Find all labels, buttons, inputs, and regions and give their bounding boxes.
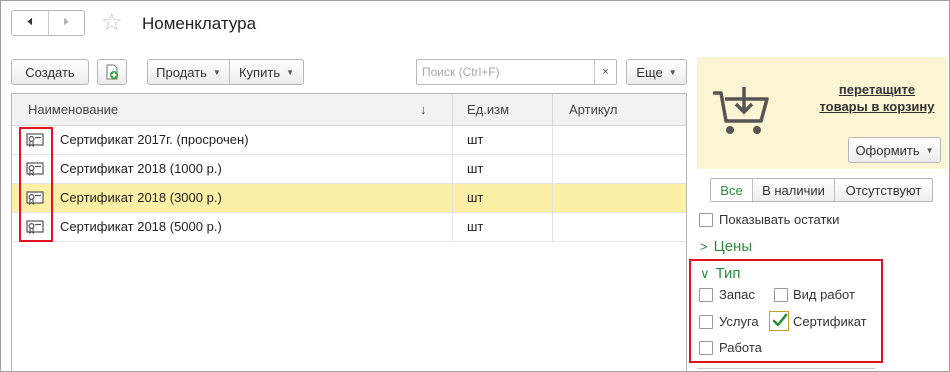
filter-in-stock-tab[interactable]: В наличии (753, 179, 835, 201)
row-article (552, 184, 686, 212)
sort-arrow-icon: ↓ (420, 102, 427, 117)
row-unit: шт (452, 184, 552, 212)
show-remainders-checkbox[interactable] (699, 213, 713, 227)
row-name: Сертификат 2018 (1000 р.) (60, 161, 222, 176)
prices-section[interactable]: > Цены (700, 238, 752, 256)
type-highlight-frame (689, 259, 883, 363)
sell-label: Продать (156, 64, 207, 80)
checkout-label: Оформить (855, 142, 920, 158)
show-remainders-label: Показывать остатки (719, 212, 840, 227)
forward-button[interactable]: 🢒 (49, 11, 85, 35)
copy-button[interactable] (97, 59, 127, 85)
row-article (552, 126, 686, 154)
column-header-name[interactable]: Наименование (28, 94, 118, 125)
clear-search-button[interactable]: × (594, 60, 616, 84)
filter-absent-tab[interactable]: Отсутствуют (835, 179, 932, 201)
more-label: Еще (636, 64, 663, 80)
table-row[interactable]: Сертификат 2018 (1000 р.) шт (12, 155, 686, 184)
column-header-unit[interactable]: Ед.изм (452, 94, 552, 125)
drag-to-cart-link[interactable]: перетащите товары в корзину (815, 81, 939, 115)
back-button[interactable]: 🢐 (12, 11, 49, 35)
filter-all-tab[interactable]: Все (711, 179, 753, 201)
prices-section-label: Цены (713, 238, 753, 255)
create-button[interactable]: Создать (11, 59, 89, 85)
more-button[interactable]: Еще ▼ (626, 59, 687, 85)
page-title: Номенклатура (142, 14, 257, 33)
sell-button[interactable]: Продать ▼ (148, 60, 230, 84)
row-article (552, 155, 686, 183)
table-header: Наименование ↓ Ед.изм Артикул (12, 94, 686, 126)
cart-icon (713, 87, 769, 134)
row-name: Сертификат 2017г. (просрочен) (60, 132, 249, 147)
icon-highlight-frame (19, 127, 53, 242)
caret-down-icon: ▼ (668, 67, 677, 77)
copy-document-icon (106, 64, 118, 80)
caret-down-icon: ▼ (212, 67, 221, 77)
search-box: × (416, 59, 617, 85)
availability-filter: Все В наличии Отсутствуют (710, 178, 933, 202)
arrow-left-icon: 🢐 (27, 13, 33, 29)
chevron-right-icon: > (700, 239, 708, 254)
table-row[interactable]: Сертификат 2017г. (просрочен) шт (12, 126, 686, 155)
row-name: Сертификат 2018 (3000 р.) (60, 190, 222, 205)
search-input[interactable] (417, 60, 595, 84)
drag-link-line2: товары в корзину (819, 99, 935, 114)
buy-button[interactable]: Купить ▼ (230, 60, 303, 84)
nomenclature-table: Наименование ↓ Ед.изм Артикул Сертификат… (11, 93, 687, 371)
table-row-selected[interactable]: Сертификат 2018 (3000 р.) шт (12, 184, 686, 213)
navigation-buttons: 🢐 🢒 (11, 10, 85, 36)
row-unit: шт (452, 213, 552, 241)
column-header-article[interactable]: Артикул (552, 94, 686, 125)
checkout-button[interactable]: Оформить ▼ (848, 137, 941, 163)
divider (697, 368, 875, 369)
table-row[interactable]: Сертификат 2018 (5000 р.) шт (12, 213, 686, 242)
caret-down-icon: ▼ (286, 67, 295, 77)
row-article (552, 213, 686, 241)
buy-label: Купить (238, 64, 281, 80)
arrow-right-icon: 🢒 (63, 13, 69, 29)
caret-down-icon: ▼ (925, 145, 934, 155)
sell-buy-group: Продать ▼ Купить ▼ (147, 59, 304, 85)
row-name: Сертификат 2018 (5000 р.) (60, 219, 222, 234)
drag-link-line1: перетащите (838, 82, 916, 97)
row-unit: шт (452, 126, 552, 154)
star-icon[interactable]: ☆ (101, 10, 123, 36)
row-unit: шт (452, 155, 552, 183)
